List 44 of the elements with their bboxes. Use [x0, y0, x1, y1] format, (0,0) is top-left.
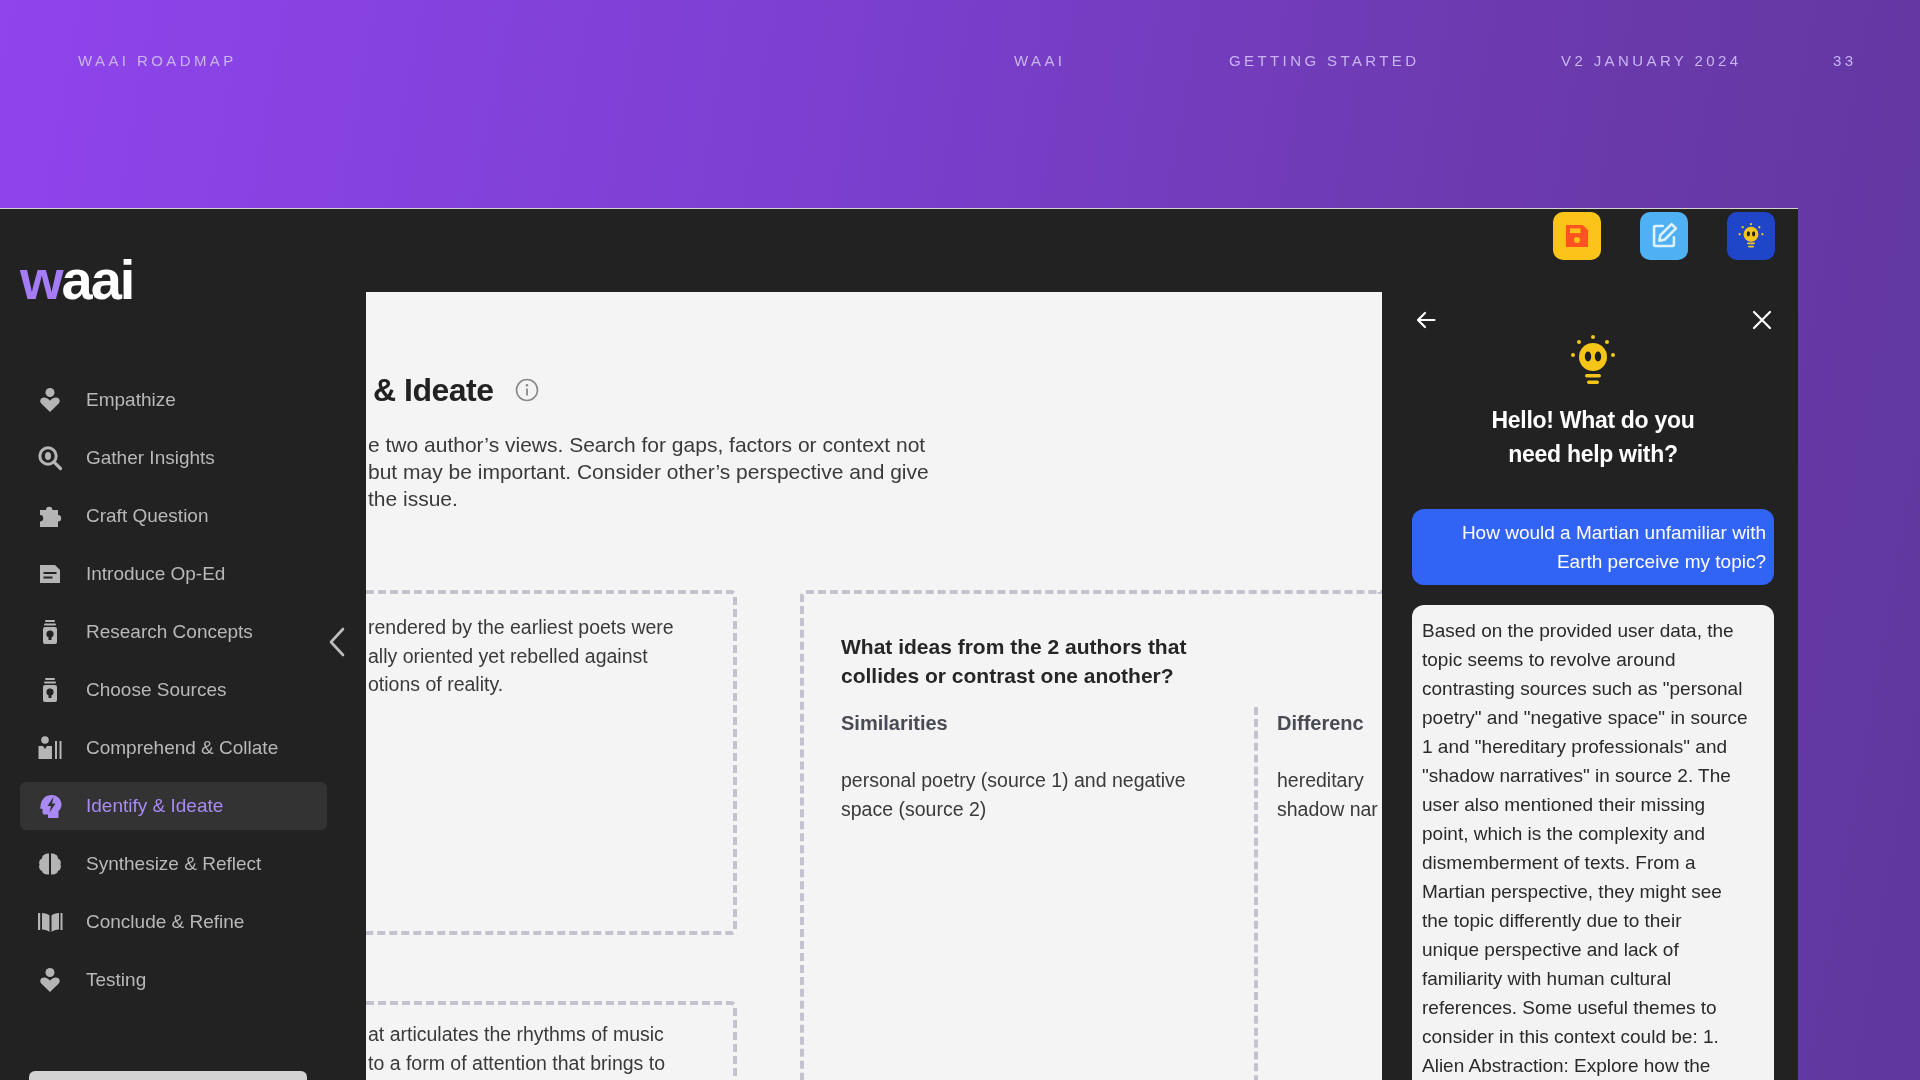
sidebar-item[interactable]: Research Concepts: [20, 608, 327, 656]
sidebar-item[interactable]: Choose Sources: [20, 666, 327, 714]
assistant-message-bubble: Based on the provided user data, the topic seems to revolve around contrasting sources such as "personal poetry" and "negative space" in source 1 and "hereditary professionals" and "shadow narratives" in source 2. The user also mentioned their missing point, which is the complexity and dismemberment of texts. From a Martian perspective, they might see the topic differently due to their unique perspective and lack of familiarity with human cultural references. Some useful themes to consider in this context could be: 1. Alien Abstraction: Explore how the: [1412, 605, 1774, 1080]
section-label: GETTING STARTED: [1229, 52, 1420, 70]
save-button[interactable]: [1553, 212, 1601, 260]
column-text: personal poetry (source 1) and negative space (source 2): [841, 768, 1187, 822]
lightbulb-face-icon: [1737, 222, 1765, 250]
column-heading: Similarities: [841, 711, 949, 736]
question-text: What ideas from the 2 authors that collides or contrast one another?: [841, 634, 1188, 689]
app-logo: waai: [20, 258, 134, 302]
user-message-bubble: How would a Martian unfamiliar with Earth perceive my topic?: [1412, 509, 1774, 585]
sidebar-item[interactable]: Introduce Op-Ed: [20, 550, 327, 598]
note-text: rendered by the earliest poets were ally oriented yet rebelled against otions of reality.: [368, 615, 675, 697]
magnifier-icon: [37, 445, 63, 471]
note-text: at articulates the rhythms of music to a form of attention that brings to: [368, 1022, 666, 1076]
sidebar-item[interactable]: Conclude & Refine: [20, 898, 327, 946]
head-bolt-icon: [37, 793, 63, 819]
info-icon[interactable]: [515, 378, 540, 402]
person-bars-icon: [37, 735, 63, 761]
greeting-text: Hello! What do you need help with?: [1490, 406, 1696, 469]
column-heading: Differenc: [1277, 711, 1365, 736]
person-heart-icon: [37, 387, 63, 413]
sidebar-item[interactable]: Identify & Ideate: [20, 782, 327, 830]
sidebar-item[interactable]: Craft Question: [20, 492, 327, 540]
sidebar-item[interactable]: Gather Insights: [20, 434, 327, 482]
chevron-left-icon[interactable]: [328, 627, 346, 657]
brain-icon: [37, 851, 63, 877]
deck-title: WAAI ROADMAP: [78, 52, 237, 70]
description-text: e two author’s views. Search for gaps, factors or context not but may be important. Consider other’s perspective and give the issue.: [368, 432, 930, 512]
assistant-button[interactable]: [1727, 212, 1775, 260]
version-label: V2 JANUARY 2024: [1561, 52, 1742, 70]
close-button[interactable]: [1750, 308, 1774, 332]
edit-button[interactable]: [1640, 212, 1688, 260]
page-number: 33: [1833, 52, 1857, 70]
column-text: hereditary shadow nar: [1277, 768, 1378, 822]
close-icon: [1750, 308, 1774, 332]
pencil-square-icon: [1650, 222, 1678, 250]
brand-label: WAAI: [1014, 52, 1066, 70]
page-title: & Ideate: [373, 371, 494, 410]
sidebar-item[interactable]: Testing: [20, 956, 327, 1004]
sidebar-item[interactable]: Comprehend & Collate: [20, 724, 327, 772]
sidebar-item[interactable]: Empathize: [20, 376, 327, 424]
person-heart-icon: [37, 967, 63, 993]
sidebar-item[interactable]: Synthesize & Reflect: [20, 840, 327, 888]
